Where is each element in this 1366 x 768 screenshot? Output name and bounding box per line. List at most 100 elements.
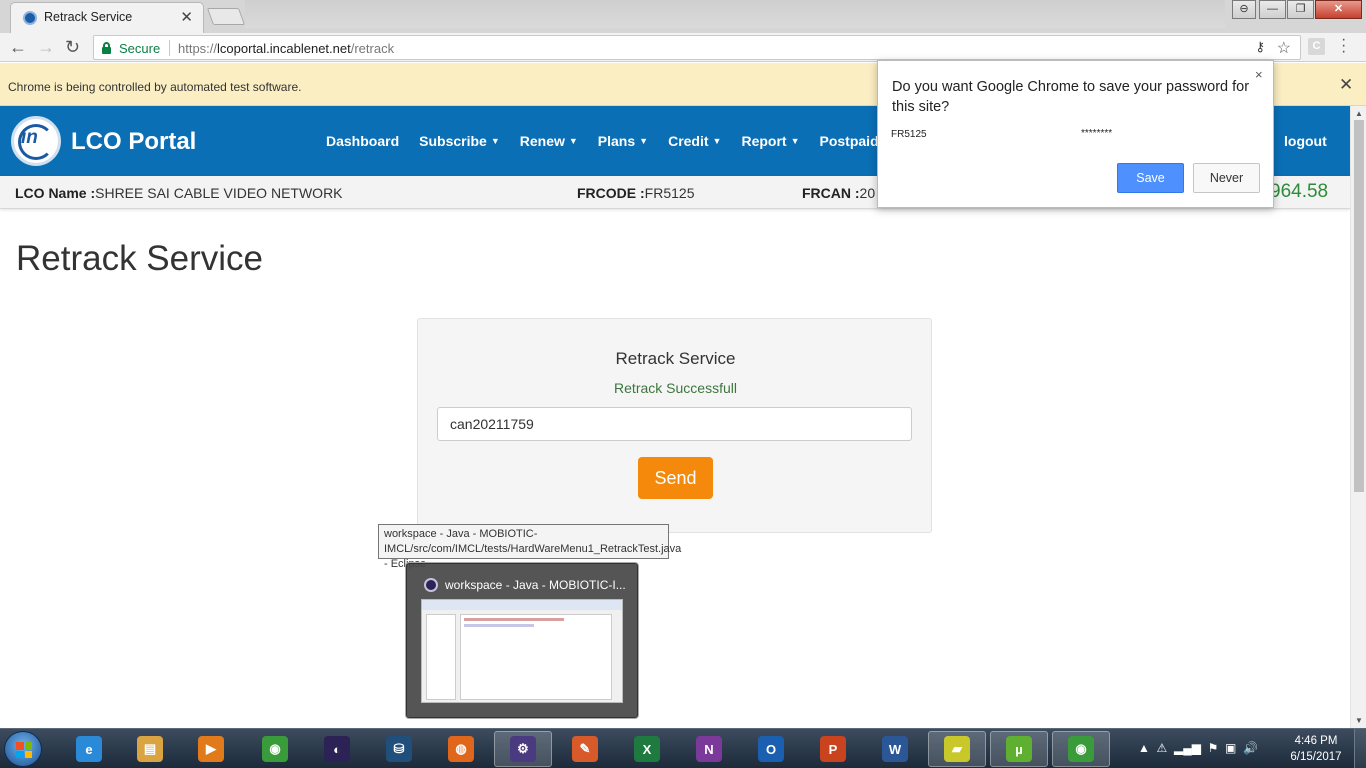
caret-down-icon: ▼ <box>790 136 800 146</box>
eclipse-window-preview[interactable]: workspace - Java - MOBIOTIC-I... <box>405 562 639 719</box>
chrome-icon: ◉ <box>262 736 288 762</box>
media-player-icon: ▶ <box>198 736 224 762</box>
forward-arrow-icon[interactable]: → <box>37 37 55 57</box>
browser-tab[interactable]: Retrack Service ✕ <box>10 2 204 33</box>
nav-label: Credit <box>668 133 709 149</box>
dialog-close-icon[interactable]: × <box>1255 67 1263 82</box>
reload-icon[interactable]: ↻ <box>65 37 80 57</box>
taskbar-eclipse-javaee[interactable]: ⚙ <box>494 731 552 767</box>
system-tray[interactable]: ▲ ⚠ ▂▄▆ ⚑ ▣ 🔊 <box>1138 741 1258 755</box>
site-brand[interactable]: LCO Portal <box>71 128 196 156</box>
scroll-up-arrow-icon[interactable]: ▲ <box>1355 109 1363 118</box>
key-icon[interactable]: ⚷ <box>1255 39 1265 55</box>
eclipse-icon <box>424 578 438 592</box>
taskbar-mysql-workbench[interactable]: ⛁ <box>370 731 428 767</box>
taskbar-utorrent[interactable]: µ <box>990 731 1048 767</box>
extension-icon[interactable]: C <box>1308 38 1325 55</box>
frcan: FRCAN :20 <box>802 185 876 201</box>
taskbar-onenote[interactable]: N <box>680 731 738 767</box>
close-window-button[interactable]: ✕ <box>1315 0 1362 19</box>
taskbar-firefox[interactable]: ◍ <box>432 731 490 767</box>
nav-dashboard[interactable]: Dashboard <box>326 133 399 149</box>
card-title: Retrack Service <box>615 349 736 368</box>
taskbar-media-player[interactable]: ▶ <box>182 731 240 767</box>
nav-credit[interactable]: Credit ▼ <box>668 133 721 149</box>
nav-postpaid[interactable]: Postpaid <box>820 133 879 149</box>
tab-close-icon[interactable]: ✕ <box>180 8 193 26</box>
word-icon: W <box>882 736 908 762</box>
site-logo[interactable]: in <box>11 116 61 166</box>
tab-title: Retrack Service <box>44 10 133 24</box>
send-button[interactable]: Send <box>638 457 713 499</box>
taskbar-powerpoint[interactable]: P <box>804 731 862 767</box>
frcode: FRCODE :FR5125 <box>577 185 695 201</box>
main-nav: Dashboard Subscribe ▼ Renew ▼ Plans ▼ Credit ▼ Re… <box>316 133 889 149</box>
back-arrow-icon[interactable]: ← <box>9 37 27 57</box>
excel-icon: X <box>634 736 660 762</box>
chrome-menu-icon[interactable]: · · · <box>1341 32 1346 60</box>
eclipse-icon: ◐ <box>324 736 350 762</box>
taskbar-eclipse[interactable]: ◐ <box>308 731 366 767</box>
bookmark-star-icon[interactable]: ☆ <box>1277 38 1291 58</box>
address-separator <box>169 40 170 56</box>
powerpoint-icon: P <box>820 736 846 762</box>
nav-renew[interactable]: Renew ▼ <box>520 133 578 149</box>
taskbar-file-explorer[interactable]: ▤ <box>121 731 179 767</box>
show-desktop-button[interactable] <box>1354 729 1366 768</box>
address-bar[interactable]: Secure https://lcoportal.incablenet.net/… <box>93 35 1301 60</box>
nav-label: Renew <box>519 133 565 149</box>
nav-report[interactable]: Report ▼ <box>741 133 799 149</box>
taskbar-excel[interactable]: X <box>618 731 676 767</box>
saved-password-mask: ******** <box>1081 128 1113 139</box>
preview-title: workspace - Java - MOBIOTIC-I... <box>445 578 626 592</box>
onenote-icon: N <box>696 736 722 762</box>
maximize-button[interactable]: ❐ <box>1287 0 1314 19</box>
nav-plans[interactable]: Plans ▼ <box>598 133 648 149</box>
taskbar-internet-explorer[interactable]: e <box>60 731 118 767</box>
logout-link[interactable]: logout <box>1284 133 1327 149</box>
can-number-input[interactable] <box>437 407 912 441</box>
page-scrollbar[interactable]: ▲ ▼ <box>1350 106 1366 728</box>
taskbar-keyword-tool[interactable]: ✎ <box>556 731 614 767</box>
windows-taskbar: e ▤ ▶ ◉ ◐ ⛁ ◍ ⚙ ✎ X N O P W ▰ µ ◉ ▲ ⚠ ▂▄▆ ⚑ ▣ 🔊 4:46 PM … <box>0 728 1366 768</box>
outlook-icon: O <box>758 736 784 762</box>
save-password-dialog: Do you want Google Chrome to save your p… <box>877 60 1274 208</box>
chrome-active-icon: ◉ <box>1068 736 1094 762</box>
nav-label: Subscribe <box>419 133 487 149</box>
taskbar-chrome[interactable]: ◉ <box>246 731 304 767</box>
logo-text: in <box>21 127 38 148</box>
save-password-button[interactable]: Save <box>1117 163 1184 193</box>
never-save-button[interactable]: Never <box>1193 163 1260 193</box>
scroll-down-arrow-icon[interactable]: ▼ <box>1355 716 1363 725</box>
infobar-text: Chrome is being controlled by automated … <box>8 80 302 94</box>
caret-down-icon: ▼ <box>639 136 649 146</box>
nav-subscribe[interactable]: Subscribe ▼ <box>419 133 500 149</box>
preview-thumbnail <box>421 599 623 703</box>
title-bar <box>245 0 1225 28</box>
browser-tab-strip: Retrack Service ✕ ⊖ — ❐ ✕ <box>0 0 1366 33</box>
profile-button[interactable]: ⊖ <box>1232 0 1256 19</box>
taskbar-chrome-active[interactable]: ◉ <box>1052 731 1110 767</box>
eclipse-javaee-icon: ⚙ <box>510 736 536 762</box>
start-button[interactable] <box>4 731 42 767</box>
caret-down-icon: ▼ <box>568 136 578 146</box>
page-title: Retrack Service <box>16 239 264 278</box>
scroll-thumb[interactable] <box>1354 120 1364 492</box>
address-url[interactable]: https://lcoportal.incablenet.net/retrack <box>178 41 394 56</box>
nav-label: Report <box>741 133 787 149</box>
minimize-button[interactable]: — <box>1259 0 1286 19</box>
secure-label: Secure <box>119 41 161 56</box>
retrack-card: Retrack Service Retrack Successfull Send <box>417 318 932 533</box>
browser-toolbar: ← → ↻ Secure https://lcoportal.incablene… <box>0 32 1366 62</box>
taskbar-word[interactable]: W <box>866 731 924 767</box>
taskbar-sticky-notes[interactable]: ▰ <box>928 731 986 767</box>
clock-date: 6/15/2017 <box>1290 751 1342 763</box>
saved-username: FR5125 <box>891 129 927 140</box>
taskbar-outlook[interactable]: O <box>742 731 800 767</box>
new-tab-button[interactable] <box>206 8 246 25</box>
mysql-workbench-icon: ⛁ <box>386 736 412 762</box>
nav-label: Dashboard <box>326 133 400 149</box>
infobar-close-icon[interactable]: ✕ <box>1339 75 1353 95</box>
taskbar-clock[interactable]: 4:46 PM 6/15/2017 <box>1284 733 1348 765</box>
save-password-question: Do you want Google Chrome to save your p… <box>892 79 1250 115</box>
